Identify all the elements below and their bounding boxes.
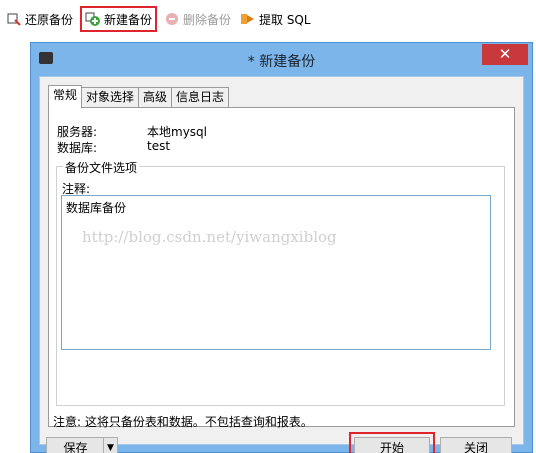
- tab-bar: 常规 对象选择 高级 信息日志: [48, 85, 230, 108]
- close-icon: ✕: [498, 45, 512, 63]
- tab-advanced[interactable]: 高级: [138, 87, 173, 107]
- delete-backup-label: 删除备份: [183, 12, 232, 27]
- close-button[interactable]: 关闭: [440, 437, 512, 453]
- watermark-text: http://blog.csdn.net/yiwangxiblog: [82, 228, 337, 246]
- delete-icon: [164, 11, 180, 27]
- restore-backup-label: 还原备份: [25, 12, 74, 27]
- backup-file-options-group: 备份文件选项 注释: 数据库备份: [56, 159, 505, 406]
- new-backup-label: 新建备份: [104, 12, 153, 27]
- restore-icon: [6, 11, 22, 27]
- new-backup-dialog: * 新建备份 ✕ 常规 对象选择 高级 信息日志 服务器: 本地mysql 数据…: [30, 42, 533, 453]
- main-toolbar: 还原备份 新建备份 删除备份 提取 SQL: [0, 0, 536, 38]
- server-label: 服务器:: [57, 125, 98, 139]
- new-backup-button[interactable]: 新建备份: [79, 6, 158, 32]
- extract-sql-button[interactable]: 提取 SQL: [240, 8, 311, 30]
- add-icon: [85, 11, 101, 27]
- close-window-button[interactable]: ✕: [482, 44, 528, 65]
- server-value: 本地mysql: [147, 125, 207, 139]
- start-button[interactable]: 开始: [354, 437, 430, 453]
- tab-general[interactable]: 常规: [48, 85, 83, 108]
- restore-backup-button[interactable]: 还原备份: [6, 8, 73, 30]
- arrow-right-icon: [240, 11, 256, 27]
- comment-textarea[interactable]: 数据库备份: [61, 195, 491, 350]
- save-button-label: 保存: [63, 441, 88, 453]
- save-split-button[interactable]: 保存 ▼: [46, 437, 118, 453]
- backup-note: 注意: 这将只备份表和数据。不包括查询和报表。: [53, 415, 313, 429]
- group-title: 备份文件选项: [63, 159, 140, 176]
- database-row: 数据库: test: [57, 139, 170, 156]
- general-tab-panel: 服务器: 本地mysql 数据库: test 备份文件选项 注释: 数据库备份: [48, 107, 515, 427]
- tab-message-log[interactable]: 信息日志: [171, 87, 230, 107]
- dialog-titlebar[interactable]: * 新建备份 ✕: [31, 43, 532, 75]
- extract-sql-label: 提取 SQL: [259, 12, 311, 27]
- tab-object-selection[interactable]: 对象选择: [81, 87, 140, 107]
- database-value: test: [147, 139, 171, 153]
- delete-backup-button[interactable]: 删除备份: [164, 8, 231, 30]
- dialog-title: * 新建备份: [247, 54, 316, 70]
- server-row: 服务器: 本地mysql: [57, 123, 207, 140]
- dropdown-arrow-icon[interactable]: ▼: [103, 438, 117, 453]
- database-label: 数据库:: [57, 141, 98, 155]
- dialog-client: 常规 对象选择 高级 信息日志 服务器: 本地mysql 数据库: test 备…: [39, 76, 524, 453]
